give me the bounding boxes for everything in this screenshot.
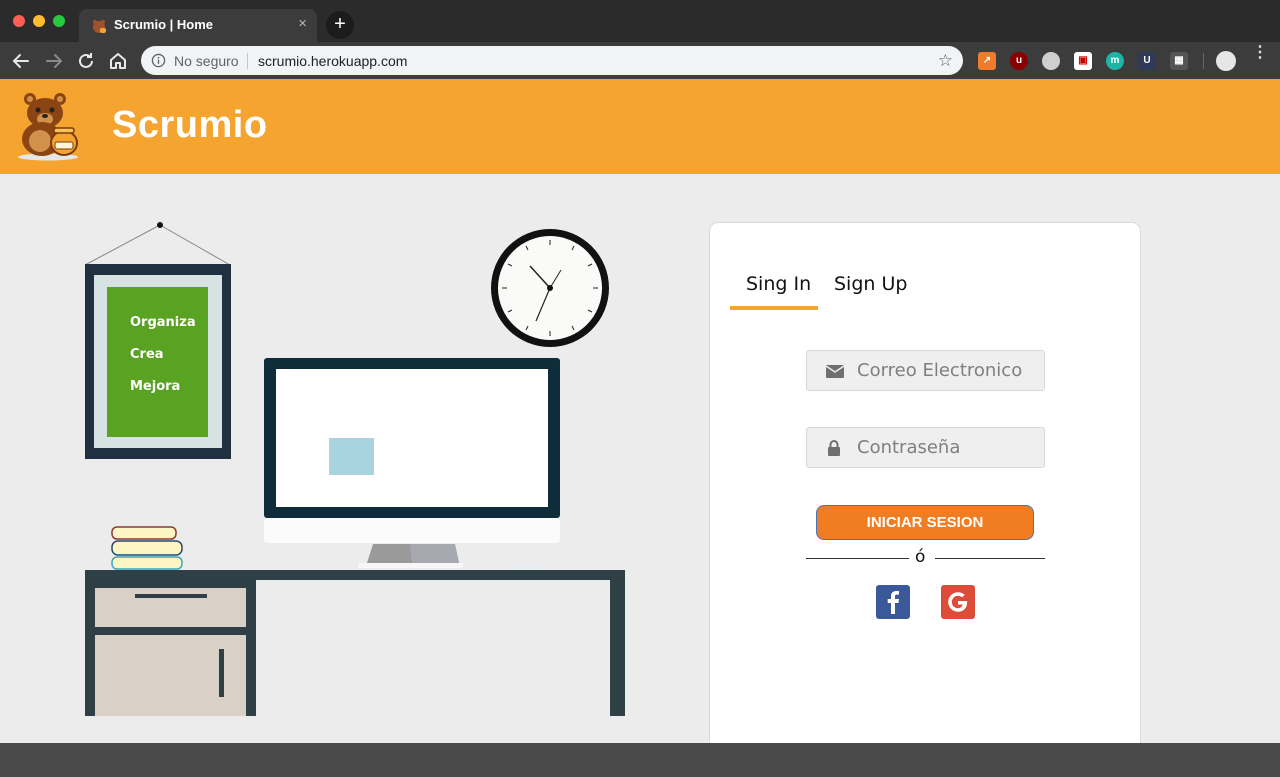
facebook-login-button[interactable] <box>876 585 910 619</box>
frame-item-crea: Crea <box>130 347 164 362</box>
menu-icon[interactable]: ⋮ <box>1252 45 1268 61</box>
trend-icon[interactable]: ↗ <box>978 52 996 70</box>
desk <box>85 570 625 716</box>
google-login-button[interactable] <box>941 585 975 619</box>
wall-clock-icon <box>491 229 609 347</box>
address-divider <box>247 53 248 69</box>
frame-item-organiza: Organiza <box>130 315 196 330</box>
google-icon <box>948 592 968 612</box>
address-bar[interactable]: No seguro scrumio.herokuapp.com ☆ <box>141 46 963 75</box>
book-stack-icon <box>111 526 183 570</box>
u-icon[interactable]: U <box>1138 52 1156 70</box>
profile-avatar[interactable] <box>1216 51 1236 71</box>
scrumio-favicon-icon <box>93 20 106 33</box>
close-window-button[interactable] <box>13 15 25 27</box>
m-icon[interactable]: m <box>1106 52 1124 70</box>
or-separator: ó <box>915 547 926 567</box>
maximize-window-button[interactable] <box>53 15 65 27</box>
forward-icon[interactable] <box>42 49 66 73</box>
computer-monitor <box>264 358 560 568</box>
email-field[interactable] <box>806 350 1045 391</box>
pdf-icon[interactable]: ▣ <box>1074 52 1092 70</box>
ublock-icon[interactable]: u <box>1010 52 1028 70</box>
divider-right <box>935 558 1045 559</box>
browser-tab[interactable]: Scrumio | Home × <box>79 9 317 42</box>
login-card: Sing In Sign Up INICIAR SESION ó <box>709 222 1141 762</box>
tab-title: Scrumio | Home <box>114 17 213 32</box>
url-text[interactable]: scrumio.herokuapp.com <box>258 53 407 69</box>
email-input[interactable] <box>857 351 1042 390</box>
tab-sign-in[interactable]: Sing In <box>746 273 811 295</box>
frame-item-mejora: Mejora <box>130 379 180 394</box>
active-tab-indicator <box>730 306 818 310</box>
divider-left <box>806 558 909 559</box>
login-button[interactable]: INICIAR SESION <box>816 505 1034 540</box>
back-icon[interactable] <box>9 49 33 73</box>
circle-icon[interactable] <box>1042 52 1060 70</box>
envelope-icon <box>825 365 845 378</box>
password-input[interactable] <box>857 428 1042 467</box>
facebook-icon <box>887 591 899 614</box>
office-illustration: Organiza Crea Mejora <box>84 222 625 716</box>
home-icon[interactable] <box>106 49 130 73</box>
brand-title[interactable]: Scrumio <box>112 104 268 147</box>
picture-hanger <box>84 222 231 266</box>
info-icon[interactable] <box>151 53 166 68</box>
reload-icon[interactable] <box>74 49 98 73</box>
bookmark-star-icon[interactable]: ☆ <box>938 51 953 71</box>
security-label: No seguro <box>174 53 239 69</box>
mouse-icon <box>514 563 546 571</box>
password-field[interactable] <box>806 427 1045 468</box>
browser-toolbar: No seguro scrumio.herokuapp.com ☆ ↗ u ▣ … <box>0 42 1280 79</box>
tab-close-icon[interactable]: × <box>298 15 307 32</box>
toolbar-divider <box>1203 53 1204 69</box>
site-header: Scrumio <box>0 79 1280 174</box>
puzzle-icon[interactable]: ▦ <box>1170 52 1188 70</box>
new-tab-button[interactable]: + <box>326 11 354 39</box>
page-footer <box>0 743 1280 777</box>
bear-logo-icon[interactable] <box>15 91 81 161</box>
tab-sign-up[interactable]: Sign Up <box>834 273 907 295</box>
minimize-window-button[interactable] <box>33 15 45 27</box>
browser-tabbar: Scrumio | Home × + <box>0 0 1280 42</box>
picture-frame: Organiza Crea Mejora <box>85 264 231 459</box>
lock-icon <box>828 440 840 456</box>
